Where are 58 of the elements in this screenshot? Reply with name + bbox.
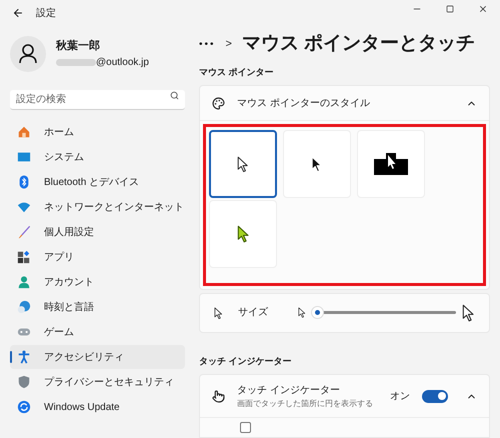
sidebar-item[interactable]: アクセシビリティ xyxy=(10,345,185,369)
setting-label: タッチ インジケーター xyxy=(237,384,341,398)
large-pointer-icon xyxy=(462,304,475,322)
accessibility-icon xyxy=(17,350,31,364)
back-icon[interactable] xyxy=(12,7,24,19)
sidebar-item[interactable]: Windows Update xyxy=(10,395,185,419)
search-icon xyxy=(170,91,179,100)
slider-thumb[interactable] xyxy=(312,307,323,318)
setting-description: 画面でタッチした箇所に円を表示する xyxy=(237,398,374,410)
card-label: マウス ポインターのスタイル xyxy=(237,96,371,111)
user-name: 秋葉一郎 xyxy=(56,38,101,54)
pointer-arrow-icon xyxy=(311,156,323,173)
person-icon xyxy=(17,275,31,289)
user-email: @outlook.jp xyxy=(96,56,149,70)
sidebar-item[interactable]: 時刻と言語 xyxy=(10,295,185,319)
window-title: 設定 xyxy=(36,6,56,20)
inverted-pointer-icon xyxy=(374,153,408,176)
page-title: マウス ポインターとタッチ xyxy=(242,32,476,56)
size-label: サイズ xyxy=(238,306,269,320)
more-button[interactable]: ••• xyxy=(199,37,216,52)
monitor-icon xyxy=(17,150,31,164)
brush-icon xyxy=(17,225,31,239)
sidebar-item[interactable]: アプリ xyxy=(10,245,185,269)
search-field[interactable]: 設定の検索 xyxy=(10,90,185,110)
breadcrumb-separator: > xyxy=(226,37,232,52)
small-pointer-icon xyxy=(298,307,306,318)
person-silhouette-icon xyxy=(19,44,37,64)
apps-icon xyxy=(17,250,31,264)
sidebar-item[interactable]: ネットワークとインターネット xyxy=(10,195,185,219)
pointer-arrow-icon xyxy=(236,225,250,244)
sidebar-item[interactable]: プライバシーとセキュリティ xyxy=(10,370,185,394)
slider-track[interactable] xyxy=(312,307,456,318)
selection-indicator xyxy=(10,351,12,363)
blurred-text xyxy=(56,58,96,66)
section-heading: タッチ インジケーター xyxy=(199,354,293,368)
sidebar-item[interactable]: ゲーム xyxy=(10,320,185,344)
pointer-style-option[interactable] xyxy=(209,130,277,198)
section-heading: マウス ポインター xyxy=(199,66,275,79)
sidebar-item[interactable]: Bluetooth とデバイス xyxy=(10,170,185,194)
checkbox[interactable] xyxy=(240,422,251,433)
touch-hand-icon xyxy=(212,390,225,402)
toggle-switch[interactable] xyxy=(422,390,448,402)
wifi-icon xyxy=(17,200,31,214)
toggle-state: オン xyxy=(390,390,410,404)
house-icon xyxy=(17,125,31,139)
sidebar-item[interactable]: システム xyxy=(10,145,185,169)
globe-clock-icon xyxy=(17,300,31,314)
close-icon[interactable] xyxy=(478,4,488,14)
sidebar-item[interactable]: ホーム xyxy=(10,120,185,144)
palette-icon xyxy=(212,96,225,110)
sidebar-item[interactable]: 個人用設定 xyxy=(10,220,185,244)
shield-icon xyxy=(17,375,31,389)
sidebar-item[interactable]: アカウント xyxy=(10,270,185,294)
pointer-arrow-icon xyxy=(237,156,249,173)
maximize-icon[interactable] xyxy=(446,5,454,14)
pointer-arrow-icon xyxy=(214,306,223,320)
sync-icon xyxy=(17,400,31,414)
bluetooth-icon xyxy=(17,175,31,189)
